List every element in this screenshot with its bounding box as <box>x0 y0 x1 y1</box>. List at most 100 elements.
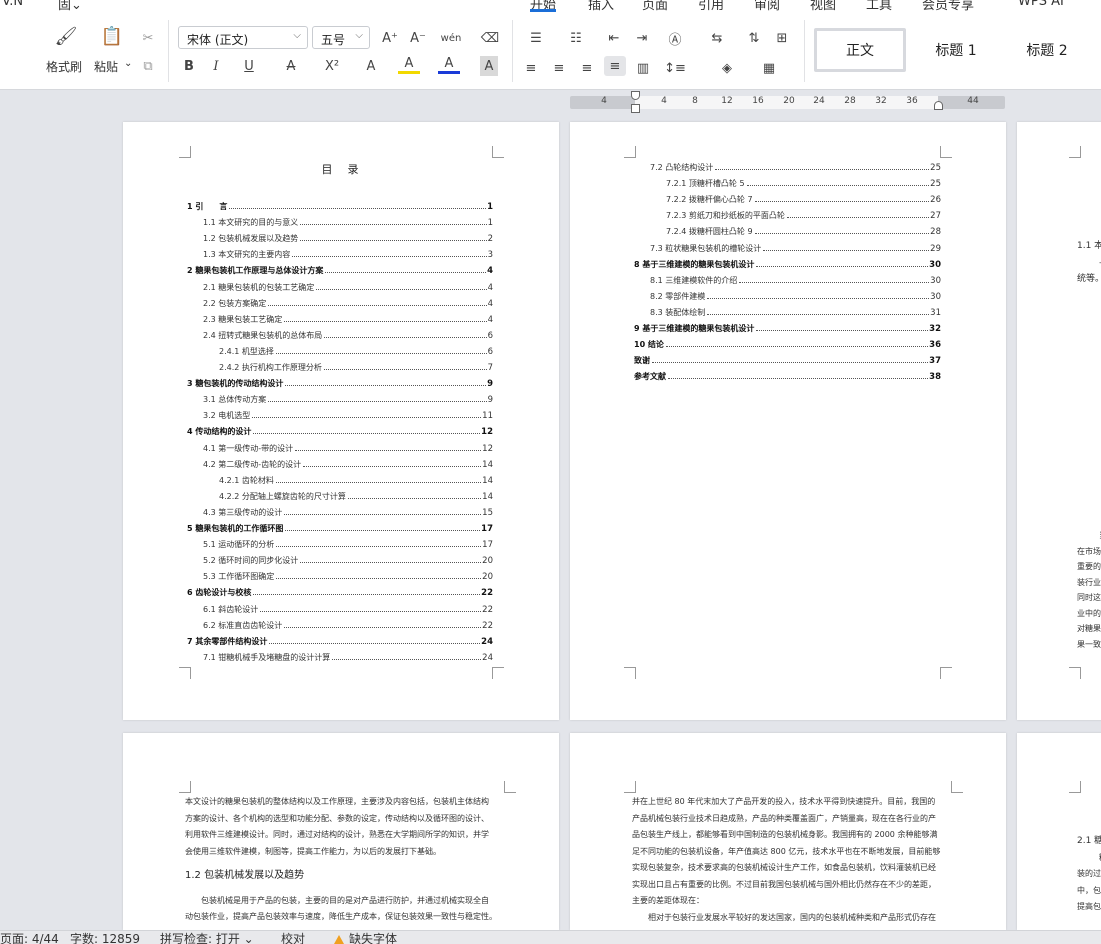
toc-entry[interactable]: 10 结论 36 <box>634 336 941 350</box>
shading-icon[interactable]: ◈ <box>716 58 738 78</box>
toc-entry[interactable]: 4.2 第二级传动-齿轮的设计 14 <box>203 456 493 470</box>
toc-entry[interactable]: 9 基于三维建模的糖果包装机设计 32 <box>634 320 941 334</box>
borders-icon[interactable]: ▦ <box>758 58 780 78</box>
toc-entry[interactable]: 6 齿轮设计与校核 22 <box>187 584 493 598</box>
shrink-font-icon[interactable]: A⁻ <box>408 28 428 48</box>
toc-entry[interactable]: 8.1 三维建模软件的介绍 30 <box>650 272 941 286</box>
toc-entry[interactable]: 2 糖果包装机工作原理与总体设计方案 4 <box>187 262 493 276</box>
toc-entry[interactable]: 7.2.4 拨糖杆圆柱凸轮 9 28 <box>666 223 941 237</box>
format-painter-icon[interactable]: 🖌 <box>54 26 78 47</box>
align-left-icon[interactable]: ≡ <box>522 58 540 78</box>
cut-icon[interactable]: ✂ <box>138 28 158 48</box>
grow-font-icon[interactable]: A⁺ <box>380 28 400 48</box>
toc-entry[interactable]: 1.1 本文研究的目的与意义 1 <box>203 214 493 228</box>
tab-insert[interactable]: 插入 <box>588 0 614 12</box>
toc-entry[interactable]: 5.2 循环时间的同步化设计 20 <box>203 552 493 566</box>
tab-page[interactable]: 页面 <box>642 0 668 12</box>
paste-dropdown-caret[interactable]: ⌄ <box>124 58 132 69</box>
toc-entry[interactable]: 2.3 糖果包装工艺确定 4 <box>203 311 493 325</box>
toc-entry[interactable]: 3 糖包装机的传动结构设计 9 <box>187 375 493 389</box>
convert-icon[interactable]: ⇆ <box>704 28 730 48</box>
line-spacing-icon[interactable]: ↕≡ <box>662 58 688 78</box>
horizontal-ruler[interactable]: 4 4 8 12 16 20 24 28 32 36 44 <box>570 91 1005 113</box>
proofread-button[interactable]: 校对 <box>281 930 305 944</box>
toc-entry[interactable]: 1.3 本文研究的主要内容 3 <box>203 246 493 260</box>
toc-entry[interactable]: 2.1 糖果包装机的包装工艺确定 4 <box>203 279 493 293</box>
toc-entry[interactable]: 1 引 言 1 <box>187 198 493 212</box>
toc-entry[interactable]: 4.2.1 齿轮材料 14 <box>219 472 493 486</box>
italic-button[interactable]: I <box>207 56 225 76</box>
toc-entry[interactable]: 7.2.2 拨糖杆偏心凸轮 7 26 <box>666 191 941 205</box>
spell-check-toggle[interactable]: 拼写检查: 打开 ⌄ <box>160 930 254 944</box>
underline-button[interactable]: U <box>236 56 262 76</box>
style-heading-2[interactable]: 标题 2 <box>1004 28 1090 72</box>
highlight-button[interactable]: A <box>398 56 420 74</box>
style-heading-1[interactable]: 标题 1 <box>912 28 1000 72</box>
toc-entry[interactable]: 6.2 标准直齿齿轮设计 22 <box>203 617 493 631</box>
paste-icon[interactable]: 📋 <box>100 26 124 47</box>
font-name-dropdown[interactable]: 宋体 (正文) ⌵ <box>178 26 308 49</box>
format-painter-label[interactable]: 格式刷 <box>46 58 82 75</box>
toc-entry[interactable]: 7.2.1 顶糖杆槽凸轮 5 25 <box>666 175 941 189</box>
copy-icon[interactable]: ⧉ <box>138 56 158 76</box>
paste-label[interactable]: 粘贴 <box>94 58 118 75</box>
toc-entry[interactable]: 7.1 钳糖机械手及堵糖盘的设计计算 24 <box>203 649 493 663</box>
toc-entry[interactable]: 8.2 零部件建模 30 <box>650 288 941 302</box>
tab-member[interactable]: 会员专享 <box>922 0 974 12</box>
toc-entry[interactable]: 7.3 粒状糖果包装机的槽轮设计 29 <box>650 240 941 254</box>
menu-left-1[interactable]: V.N <box>2 0 23 9</box>
right-indent-marker[interactable] <box>934 101 943 110</box>
toc-entry[interactable]: 8 基于三维建模的糖果包装机设计 30 <box>634 256 941 270</box>
font-size-dropdown[interactable]: 五号 ⌵ <box>312 26 370 49</box>
text-effect-button[interactable]: A <box>360 56 382 76</box>
show-marks-icon[interactable]: ⊞ <box>772 28 792 48</box>
wps-ai-button[interactable]: WPS AI <box>1018 0 1064 9</box>
decrease-indent-icon[interactable]: ⇤ <box>604 28 624 48</box>
toc-entry[interactable]: 7.2 凸轮结构设计 25 <box>650 159 941 173</box>
style-normal[interactable]: 正文 <box>814 28 906 72</box>
sort-icon[interactable]: ⇅ <box>744 28 764 48</box>
align-center-icon[interactable]: ≡ <box>550 58 568 78</box>
page-count[interactable]: 页面: 4/44 <box>0 930 59 944</box>
align-right-icon[interactable]: ≡ <box>578 58 596 78</box>
menu-left-2[interactable]: 固⌄ <box>58 0 82 12</box>
toc-entry[interactable]: 5 糖果包装机的工作循环图 17 <box>187 520 493 534</box>
toc-entry[interactable]: 2.4.2 执行机构工作原理分析 7 <box>219 359 493 373</box>
strikethrough-button[interactable]: A <box>280 56 302 76</box>
toc-entry[interactable]: 5.1 运动循环的分析 17 <box>203 536 493 550</box>
clear-format-icon[interactable]: ⌫ <box>480 28 500 48</box>
word-count[interactable]: 字数: 12859 <box>70 930 140 944</box>
toc-entry[interactable]: 参考文献 38 <box>634 368 941 382</box>
toc-entry[interactable]: 4.2.2 分配轴上螺旋齿轮的尺寸计算 14 <box>219 488 493 502</box>
missing-font-button[interactable]: 缺失字体 <box>334 930 397 944</box>
left-indent-marker[interactable] <box>631 104 640 113</box>
tab-review[interactable]: 审阅 <box>754 0 780 12</box>
toc-entry[interactable]: 4.3 第三级传动的设计 15 <box>203 504 493 518</box>
bold-button[interactable]: B <box>180 56 198 76</box>
toc-entry[interactable]: 2.4 扭转式糖果包装机的总体布局 6 <box>203 327 493 341</box>
increase-indent-icon[interactable]: ⇥ <box>632 28 652 48</box>
text-direction-icon[interactable]: Ⓐ <box>662 28 688 48</box>
toc-entry[interactable]: 2.4.1 机型选择 6 <box>219 343 493 357</box>
tab-view[interactable]: 视图 <box>810 0 836 12</box>
toc-entry[interactable]: 2.2 包装方案确定 4 <box>203 295 493 309</box>
justify-icon[interactable]: ≡ <box>604 56 626 76</box>
toc-entry[interactable]: 3.2 电机选型 11 <box>203 407 493 421</box>
numbered-list-icon[interactable]: ☷ <box>564 28 588 48</box>
distribute-icon[interactable]: ▥ <box>634 58 652 78</box>
toc-entry[interactable]: 3.1 总体传动方案 9 <box>203 391 493 405</box>
toc-entry[interactable]: 1.2 包装机械发展以及趋势 2 <box>203 230 493 244</box>
toc-entry[interactable]: 5.3 工作循环图确定 20 <box>203 568 493 582</box>
bullet-list-icon[interactable]: ☰ <box>524 28 548 48</box>
toc-entry[interactable]: 7.2.3 剪纸刀和抄纸板的平面凸轮 27 <box>666 207 941 221</box>
tab-tools[interactable]: 工具 <box>866 0 892 12</box>
first-line-indent-marker[interactable] <box>631 91 640 100</box>
toc-entry[interactable]: 4.1 第一级传动-带的设计 12 <box>203 440 493 454</box>
toc-entry[interactable]: 致谢 37 <box>634 352 941 366</box>
toc-entry[interactable]: 7 其余零部件结构设计 24 <box>187 633 493 647</box>
toc-entry[interactable]: 8.3 装配体绘制 31 <box>650 304 941 318</box>
char-shading-button[interactable]: A <box>480 56 498 76</box>
font-color-button[interactable]: A <box>438 56 460 74</box>
toc-entry[interactable]: 6.1 斜齿轮设计 22 <box>203 601 493 615</box>
superscript-button[interactable]: X² <box>318 56 346 76</box>
